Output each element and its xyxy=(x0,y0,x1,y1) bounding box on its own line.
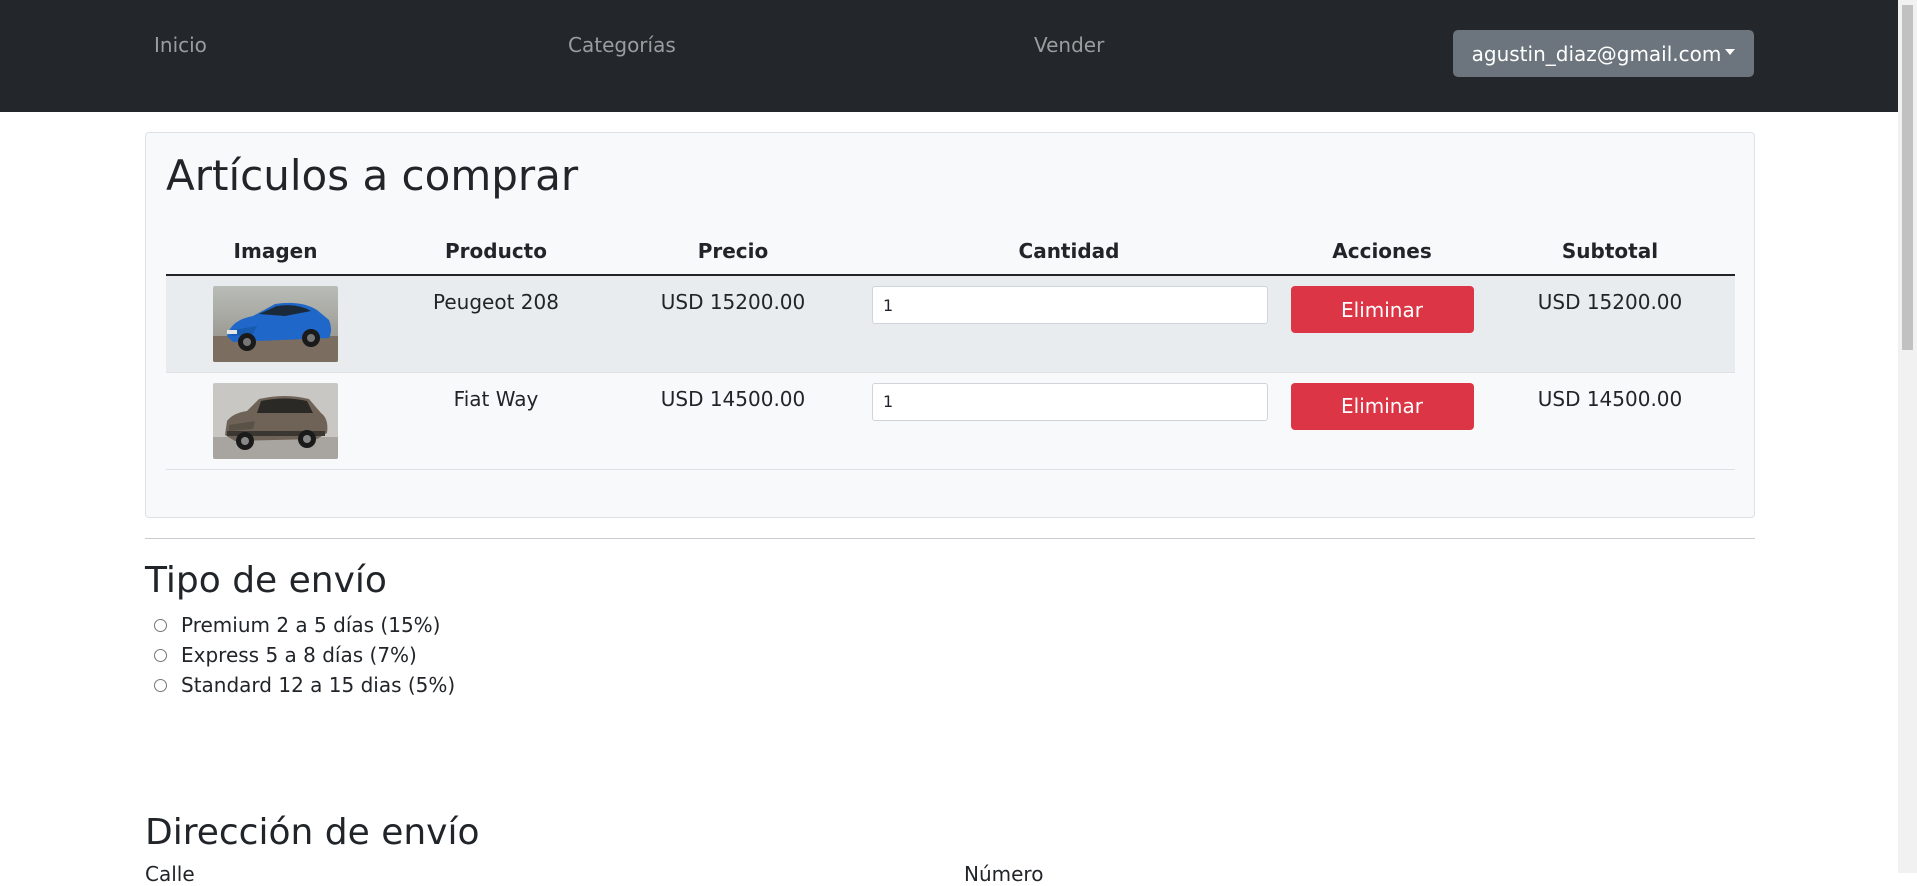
product-price: USD 14500.00 xyxy=(607,372,859,470)
shipping-option-premium[interactable]: Premium 2 a 5 días (15%) xyxy=(154,611,440,639)
radio-button[interactable] xyxy=(154,648,167,662)
column-header-producto: Producto xyxy=(385,228,607,276)
subtotal: USD 15200.00 xyxy=(1485,275,1735,373)
shipping-option-label: Express 5 a 8 días (7%) xyxy=(181,643,417,667)
number-field-label: Número xyxy=(964,862,1044,886)
product-image-cell xyxy=(166,275,385,373)
cart-panel: Artículos a comprar Imagen Producto Prec… xyxy=(145,132,1755,518)
shipping-option-standard[interactable]: Standard 12 a 15 dias (5%) xyxy=(154,671,455,699)
radio-button[interactable] xyxy=(154,618,167,632)
column-header-acciones: Acciones xyxy=(1279,228,1485,276)
page-scrollbar[interactable] xyxy=(1898,0,1917,873)
column-header-precio: Precio xyxy=(607,228,859,276)
blue-car-photo xyxy=(213,286,338,362)
table-header-row: Imagen Producto Precio Cantidad Acciones… xyxy=(166,228,1735,276)
shipping-type-title: Tipo de envío xyxy=(145,560,387,601)
scrollbar-thumb[interactable] xyxy=(1902,5,1913,350)
subtotal: USD 14500.00 xyxy=(1485,372,1735,470)
product-image-cell xyxy=(166,372,385,470)
user-dropdown-button[interactable]: agustin_diaz@gmail.com xyxy=(1453,30,1754,77)
nav-link-inicio[interactable]: Inicio xyxy=(154,33,207,57)
quantity-input[interactable] xyxy=(872,286,1268,324)
shipping-option-label: Standard 12 a 15 dias (5%) xyxy=(181,673,456,697)
product-name: Peugeot 208 xyxy=(385,275,607,373)
brown-suv-photo xyxy=(213,382,338,459)
remove-item-button[interactable]: Eliminar xyxy=(1290,382,1474,430)
column-header-imagen: Imagen xyxy=(166,228,385,276)
street-field-label: Calle xyxy=(145,862,195,886)
product-price: USD 15200.00 xyxy=(607,275,859,373)
column-header-cantidad: Cantidad xyxy=(859,228,1279,276)
shipping-address-title: Dirección de envío xyxy=(145,812,480,853)
radio-button[interactable] xyxy=(154,678,167,692)
product-name: Fiat Way xyxy=(385,372,607,470)
cart-title: Artículos a comprar xyxy=(166,151,579,200)
nav-link-vender[interactable]: Vender xyxy=(1034,33,1104,57)
cart-table: Imagen Producto Precio Cantidad Acciones… xyxy=(166,228,1735,470)
actions-cell: Eliminar xyxy=(1279,275,1485,373)
quantity-input[interactable] xyxy=(872,382,1268,421)
quantity-cell xyxy=(859,372,1279,470)
table-row: Peugeot 208 USD 15200.00 Eliminar USD 15… xyxy=(166,275,1735,373)
nav-link-categorias[interactable]: Categorías xyxy=(568,33,676,57)
caret-down-icon xyxy=(1725,48,1736,55)
actions-cell: Eliminar xyxy=(1279,372,1485,470)
column-header-subtotal: Subtotal xyxy=(1485,228,1735,276)
shipping-option-express[interactable]: Express 5 a 8 días (7%) xyxy=(154,641,417,669)
table-row: Fiat Way USD 14500.00 Eliminar USD 14500… xyxy=(166,372,1735,470)
remove-item-button[interactable]: Eliminar xyxy=(1290,286,1474,333)
shipping-option-label: Premium 2 a 5 días (15%) xyxy=(181,613,441,637)
top-navbar: Inicio Categorías Vender agustin_diaz@gm… xyxy=(0,0,1898,112)
quantity-cell xyxy=(859,275,1279,373)
user-email: agustin_diaz@gmail.com xyxy=(1471,41,1722,66)
section-divider xyxy=(145,538,1755,539)
